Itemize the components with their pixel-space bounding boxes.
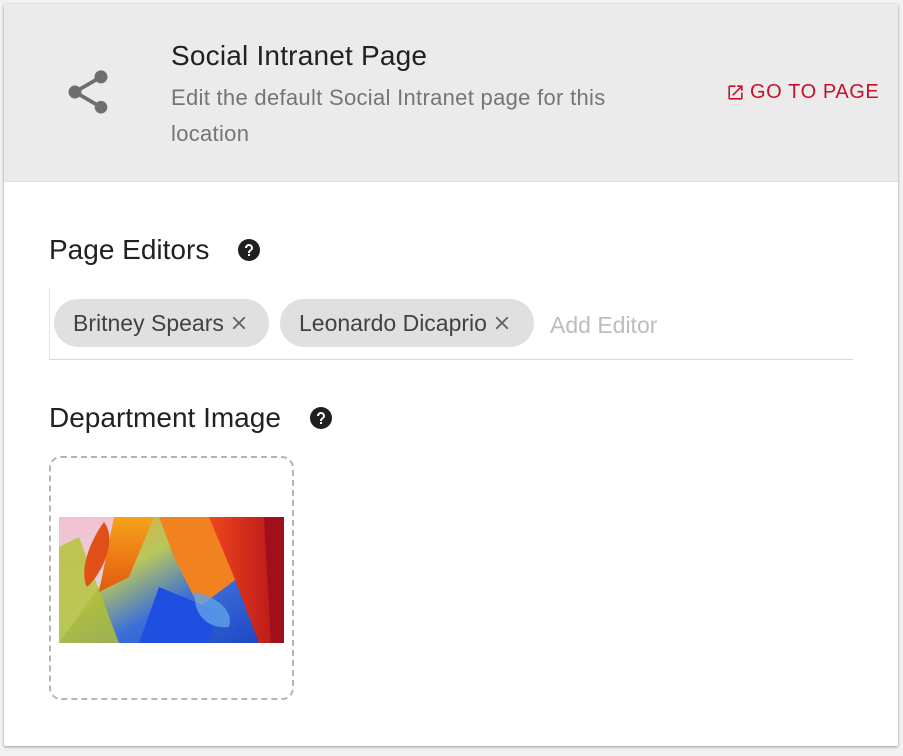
editor-chip: Leonardo Dicaprio (280, 299, 534, 347)
close-icon[interactable] (228, 312, 250, 334)
department-image-heading: Department Image (49, 402, 333, 434)
page-description: Edit the default Social Intranet page fo… (171, 85, 606, 146)
editor-chip: Britney Spears (54, 299, 269, 347)
department-image-label: Department Image (49, 402, 281, 433)
page-editors-heading: Page Editors (49, 234, 261, 266)
card-header: Social Intranet Page Edit the default So… (4, 4, 898, 182)
social-intranet-card: Social Intranet Page Edit the default So… (4, 4, 898, 746)
go-to-page-label: GO TO PAGE (750, 80, 880, 103)
editor-chip-label: Leonardo Dicaprio (299, 309, 487, 336)
close-icon[interactable] (491, 312, 513, 334)
help-icon[interactable] (309, 406, 333, 430)
editor-chip-label: Britney Spears (73, 309, 224, 336)
page-editors-label: Page Editors (49, 234, 210, 265)
share-icon (68, 70, 108, 114)
page-editors-field: Britney Spears Leonardo Dicaprio (49, 288, 853, 360)
department-image-dropzone[interactable] (49, 456, 294, 700)
department-image-thumbnail (59, 517, 284, 643)
page-title: Social Intranet Page (171, 40, 428, 71)
add-editor-input[interactable] (550, 310, 840, 340)
go-to-page-link[interactable]: GO TO PAGE (726, 78, 879, 106)
external-link-icon (728, 84, 743, 100)
help-icon[interactable] (237, 238, 261, 262)
